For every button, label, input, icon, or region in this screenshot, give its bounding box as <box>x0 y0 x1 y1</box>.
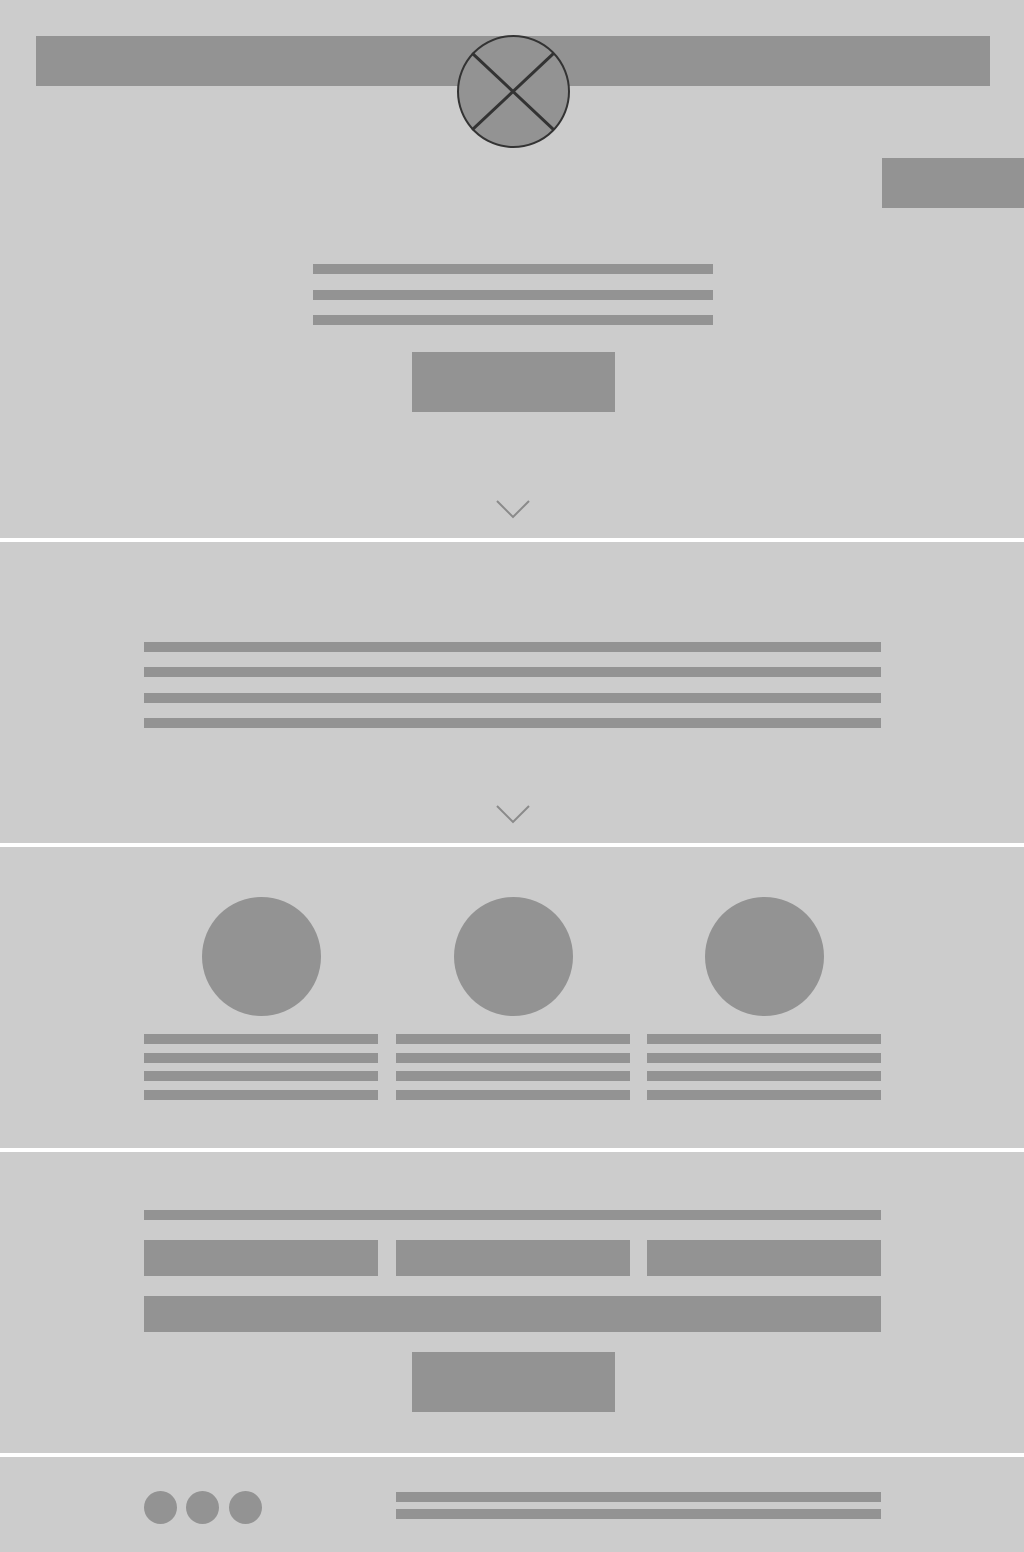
social-icon[interactable] <box>186 1491 219 1524</box>
social-icon[interactable] <box>229 1491 262 1524</box>
hero-text-line <box>313 290 713 300</box>
about-text-line <box>144 693 881 703</box>
form-input-field[interactable] <box>647 1240 881 1276</box>
form-heading-line <box>144 1210 881 1220</box>
header-cta-button[interactable] <box>882 158 1024 208</box>
hero-cta-button[interactable] <box>412 352 615 412</box>
feature-text-line <box>144 1053 378 1063</box>
hero-text-line <box>313 315 713 325</box>
hero-text-line <box>313 264 713 274</box>
feature-text-line <box>396 1034 630 1044</box>
feature-text-line <box>396 1071 630 1081</box>
form-wide-input-field[interactable] <box>144 1296 881 1332</box>
footer-text-line <box>396 1492 881 1502</box>
signup-section <box>0 1152 1024 1453</box>
submit-button[interactable] <box>412 1352 615 1412</box>
landing-page-wireframe <box>0 0 1024 1552</box>
feature-text-line <box>396 1090 630 1100</box>
feature-text-line <box>647 1090 881 1100</box>
image-placeholder-icon <box>457 35 570 148</box>
feature-text-line <box>647 1071 881 1081</box>
form-input-field[interactable] <box>396 1240 630 1276</box>
footer-text-line <box>396 1509 881 1519</box>
about-text-line <box>144 642 881 652</box>
feature-text-line <box>144 1034 378 1044</box>
feature-image <box>202 897 321 1016</box>
form-input-field[interactable] <box>144 1240 378 1276</box>
chevron-down-icon[interactable] <box>496 805 530 825</box>
feature-text-line <box>144 1071 378 1081</box>
about-section <box>0 542 1024 843</box>
footer <box>0 1457 1024 1552</box>
features-section <box>0 847 1024 1148</box>
about-text-line <box>144 718 881 728</box>
feature-text-line <box>144 1090 378 1100</box>
feature-text-line <box>647 1053 881 1063</box>
feature-image <box>454 897 573 1016</box>
hero-section <box>0 0 1024 538</box>
feature-image <box>705 897 824 1016</box>
social-icon[interactable] <box>144 1491 177 1524</box>
about-text-line <box>144 667 881 677</box>
chevron-down-icon[interactable] <box>496 500 530 520</box>
feature-text-line <box>647 1034 881 1044</box>
feature-text-line <box>396 1053 630 1063</box>
